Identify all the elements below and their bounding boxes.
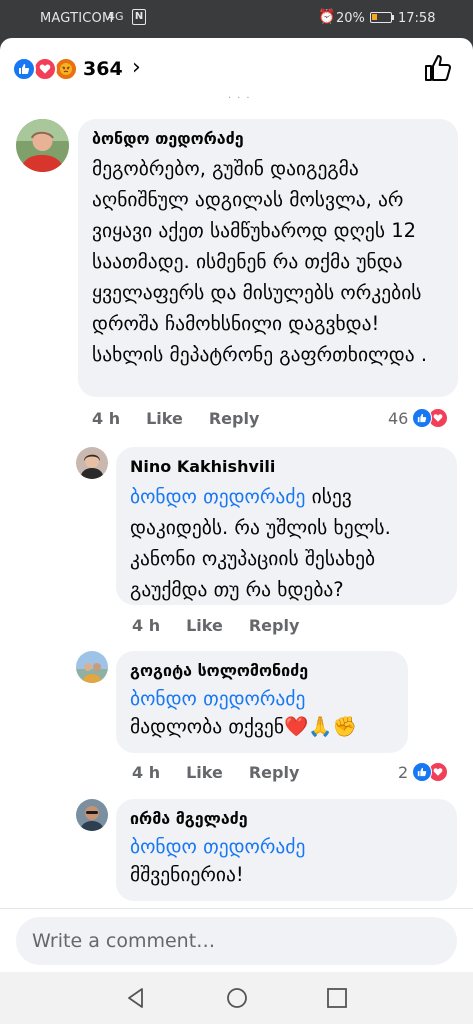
chevron-right-icon[interactable]: ›: [132, 55, 141, 80]
home-icon[interactable]: [224, 985, 250, 1011]
alarm-icon: ⏰: [318, 9, 336, 25]
angry-icon: [54, 57, 78, 81]
back-icon[interactable]: [123, 985, 149, 1011]
comment-text: მშვენიერია!: [130, 863, 244, 886]
mention-link[interactable]: ბონდო თედორაძე: [130, 485, 305, 508]
nfc-icon: N: [132, 9, 146, 25]
comment-time: 4 h: [132, 616, 161, 635]
like-icon: [412, 408, 433, 428]
avatar[interactable]: [76, 799, 108, 831]
reply-link[interactable]: Reply: [249, 763, 300, 782]
avatar[interactable]: [16, 119, 69, 172]
battery-percent: 20%: [336, 11, 365, 26]
comment-composer: Write a comment…: [0, 908, 473, 972]
like-icon: [412, 762, 433, 782]
reaction-count: 364: [83, 58, 123, 80]
comment-actions: 4 h Like Reply: [132, 763, 325, 782]
mention-link[interactable]: ბონდო თედორაძე: [130, 685, 394, 713]
comment-author[interactable]: ბონდო თედორაძე: [92, 129, 444, 148]
like-link[interactable]: Like: [186, 763, 223, 782]
system-nav-bar: [0, 972, 473, 1024]
comment-bubble: Nino Kakhishvili ბონდო თედორაძე ისევ დაკ…: [116, 447, 457, 605]
comment-bubble: ირმა მგელაძე ბონდო თედორაძე მშვენიერია!: [116, 799, 457, 901]
comment-text: მადლობა თქვენ❤️🙏✊: [130, 715, 357, 738]
reaction-count: 46: [388, 408, 409, 428]
comments-sheet: 364 › ··· ბონდო თედორაძე მეგობრებო, გუში…: [0, 38, 473, 972]
like-icon: [12, 57, 36, 81]
status-bar: MAGTICOM 4G N ⏰ 20% 17:58: [0, 0, 473, 36]
comment-bubble: ბონდო თედორაძე მეგობრებო, გუშინ დაიგეგმა…: [78, 119, 458, 397]
loading-dots: ···: [228, 93, 256, 104]
reactions-bar[interactable]: 364 ›: [0, 38, 473, 100]
comment-text: მეგობრებო, გუშინ დაიგეგმა აღნიშნულ ადგილ…: [92, 157, 428, 366]
battery-icon: [370, 12, 392, 23]
comment-actions: 4 h Like Reply: [92, 409, 285, 428]
clock: 17:58: [398, 11, 436, 26]
signal-icon: 4G: [108, 10, 124, 23]
avatar[interactable]: [76, 651, 108, 683]
reaction-count: 2: [398, 762, 409, 782]
like-button[interactable]: [422, 52, 454, 84]
avatar[interactable]: [76, 447, 108, 479]
comment-time: 4 h: [92, 409, 121, 428]
carrier-name: MAGTICOM: [40, 11, 114, 26]
comment-reactions[interactable]: 46: [388, 406, 449, 430]
comment-time: 4 h: [132, 763, 161, 782]
comment-author[interactable]: Nino Kakhishvili: [130, 457, 443, 476]
comment-input[interactable]: Write a comment…: [16, 917, 457, 965]
reply-link[interactable]: Reply: [209, 409, 260, 428]
comment-bubble: გოგიტა სოლომონიძე ბონდო თედორაძე მადლობა…: [116, 651, 408, 753]
reply-link[interactable]: Reply: [249, 616, 300, 635]
love-icon: [33, 57, 57, 81]
like-link[interactable]: Like: [146, 409, 183, 428]
mention-link[interactable]: ბონდო თედორაძე: [130, 833, 443, 861]
comment-reactions[interactable]: 2: [398, 760, 449, 784]
comment-author[interactable]: გოგიტა სოლომონიძე: [130, 661, 394, 680]
like-link[interactable]: Like: [186, 616, 223, 635]
comment-author[interactable]: ირმა მგელაძე: [130, 809, 443, 828]
recents-icon[interactable]: [324, 985, 350, 1011]
comment-actions: 4 h Like Reply: [132, 616, 325, 635]
